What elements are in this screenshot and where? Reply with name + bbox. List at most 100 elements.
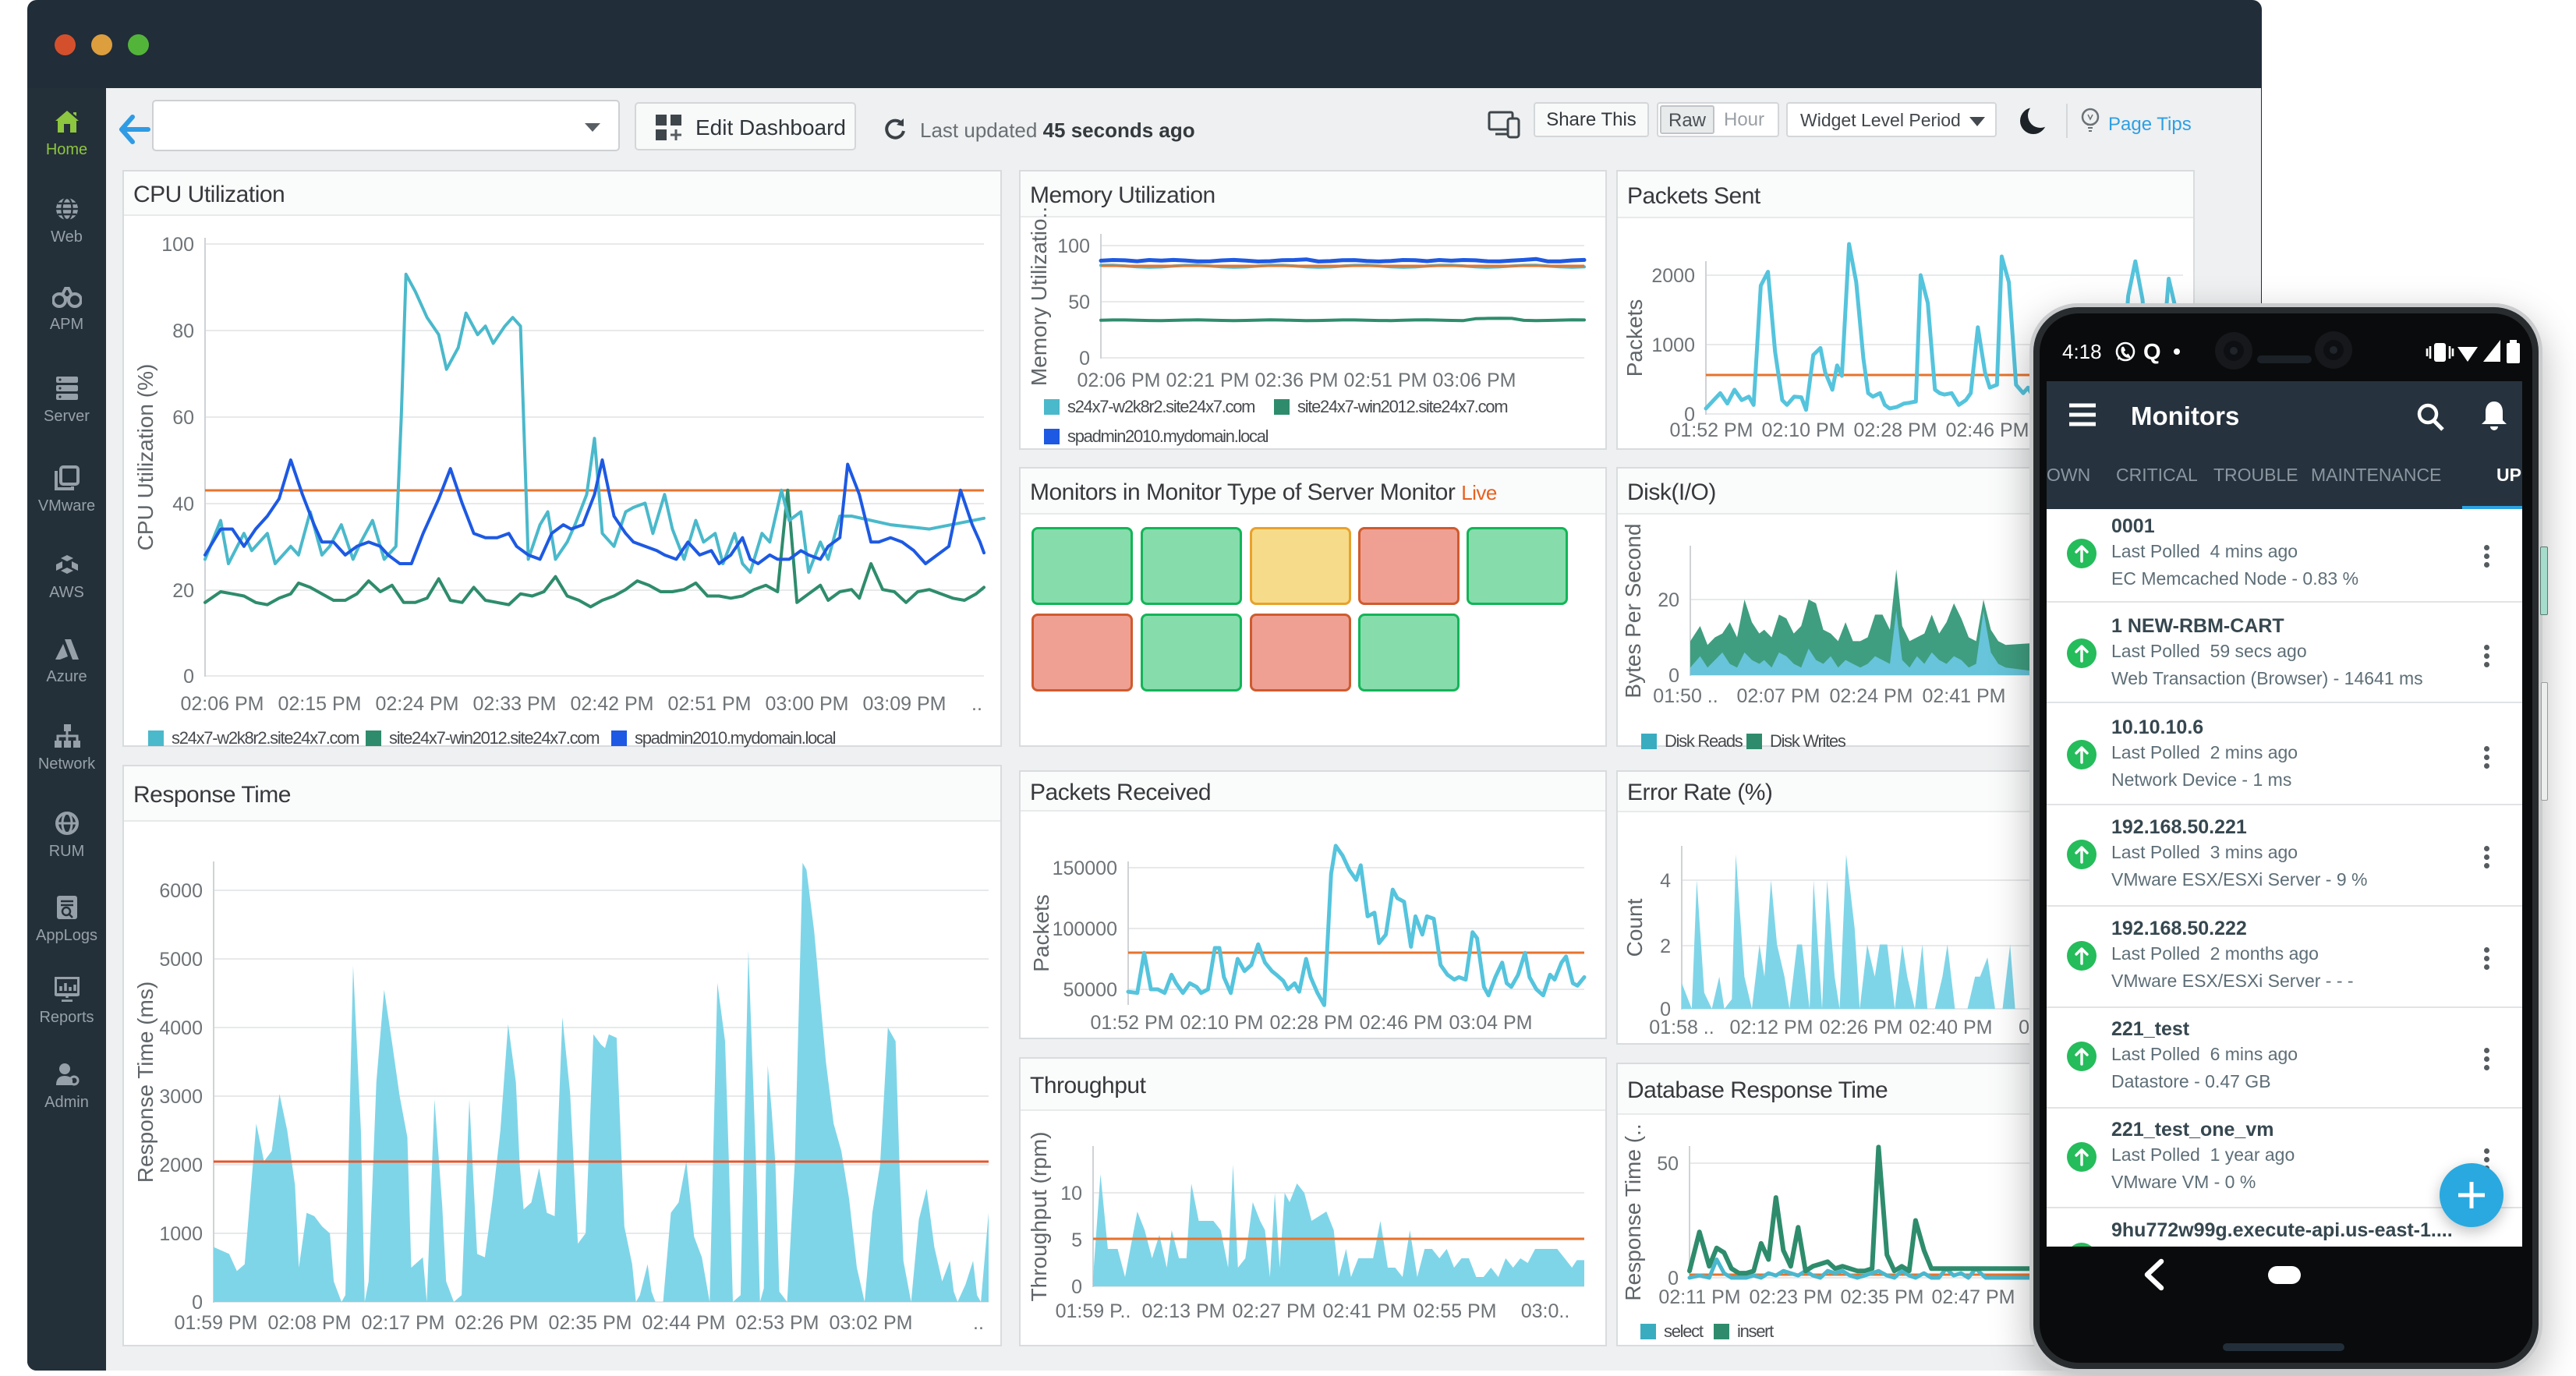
svg-text:02:24 PM: 02:24 PM: [1829, 685, 1913, 707]
svg-text:..: ..: [971, 693, 982, 715]
svg-text:Response Time (ms): Response Time (ms): [133, 982, 157, 1183]
svg-text:50000: 50000: [1063, 979, 1117, 1001]
svg-text:03:04 PM: 03:04 PM: [1449, 1012, 1532, 1034]
svg-text:Packets: Packets: [1622, 299, 1647, 377]
svg-text:4000: 4000: [159, 1017, 203, 1039]
svg-text:2000: 2000: [159, 1155, 203, 1176]
svg-text:02:28 PM: 02:28 PM: [1853, 419, 1937, 441]
svg-text:3000: 3000: [159, 1086, 203, 1108]
svg-text:100000: 100000: [1053, 918, 1117, 940]
svg-text:02:12 PM: 02:12 PM: [1729, 1017, 1813, 1038]
svg-text:6000: 6000: [159, 880, 203, 902]
svg-text:02:35 PM: 02:35 PM: [548, 1312, 632, 1334]
svg-text:Response Time (..: Response Time (..: [1621, 1123, 1645, 1300]
svg-text:03:0..: 03:0..: [1521, 1300, 1570, 1322]
svg-text:02:08 PM: 02:08 PM: [267, 1312, 351, 1334]
svg-text:02:06 PM: 02:06 PM: [1077, 370, 1160, 391]
svg-text:80: 80: [172, 320, 194, 342]
svg-text:02:46 PM: 02:46 PM: [1945, 419, 2029, 441]
svg-text:select: select: [1664, 1321, 1704, 1341]
svg-text:02:41 PM: 02:41 PM: [1922, 685, 2005, 707]
svg-text:s24x7-w2k8r2.site24x7.com: s24x7-w2k8r2.site24x7.com: [172, 728, 359, 748]
svg-text:03:06 PM: 03:06 PM: [1432, 370, 1516, 391]
svg-text:0: 0: [1079, 348, 1090, 370]
svg-text:02:23 PM: 02:23 PM: [1749, 1286, 1832, 1308]
svg-text:02:06 PM: 02:06 PM: [180, 693, 264, 715]
svg-text:02:53 PM: 02:53 PM: [735, 1312, 819, 1334]
svg-text:Throughput (rpm): Throughput (rpm): [1027, 1132, 1051, 1302]
svg-text:1000: 1000: [1651, 334, 1695, 356]
svg-text:5: 5: [1071, 1229, 1082, 1251]
svg-text:01:52 PM: 01:52 PM: [1090, 1012, 1173, 1034]
svg-text:Bytes Per Second: Bytes Per Second: [1621, 523, 1645, 698]
svg-text:Q: Q: [2143, 340, 2161, 365]
svg-text:02:42 PM: 02:42 PM: [570, 693, 653, 715]
svg-text:site24x7-win2012.site24x7.com: site24x7-win2012.site24x7.com: [1297, 397, 1507, 416]
svg-text:0: 0: [1071, 1276, 1082, 1298]
svg-text:0: 0: [192, 1292, 203, 1314]
svg-text:02:24 PM: 02:24 PM: [375, 693, 458, 715]
svg-text:02:21 PM: 02:21 PM: [1166, 370, 1249, 391]
svg-text:02:46 PM: 02:46 PM: [1359, 1012, 1442, 1034]
svg-text:02:47 PM: 02:47 PM: [1931, 1286, 2015, 1308]
svg-text:2000: 2000: [1651, 265, 1695, 287]
svg-text:02:13 PM: 02:13 PM: [1141, 1300, 1225, 1322]
svg-text:02:55 PM: 02:55 PM: [1413, 1300, 1496, 1322]
svg-text:03:00 PM: 03:00 PM: [765, 693, 848, 715]
svg-text:100: 100: [1057, 235, 1090, 257]
svg-text:insert: insert: [1737, 1321, 1774, 1341]
svg-text:02:27 PM: 02:27 PM: [1232, 1300, 1315, 1322]
svg-text:20: 20: [1658, 589, 1679, 611]
svg-text:Disk Reads: Disk Reads: [1665, 731, 1743, 751]
svg-text:02:10 PM: 02:10 PM: [1761, 419, 1845, 441]
svg-text:Count: Count: [1622, 898, 1647, 957]
svg-text:Disk Writes: Disk Writes: [1770, 731, 1846, 751]
svg-text:02:36 PM: 02:36 PM: [1254, 370, 1338, 391]
svg-text:02:07 PM: 02:07 PM: [1736, 685, 1820, 707]
svg-text:03:09 PM: 03:09 PM: [862, 693, 946, 715]
svg-text:50: 50: [1068, 292, 1090, 313]
svg-text:01:52 PM: 01:52 PM: [1669, 419, 1753, 441]
svg-text:02:44 PM: 02:44 PM: [642, 1312, 725, 1334]
svg-text:60: 60: [172, 407, 194, 429]
svg-text:0: 0: [1668, 665, 1679, 687]
svg-text:02:28 PM: 02:28 PM: [1269, 1012, 1353, 1034]
svg-text:1000: 1000: [159, 1223, 203, 1245]
svg-text:02:26 PM: 02:26 PM: [1819, 1017, 1902, 1038]
svg-text:150000: 150000: [1053, 858, 1117, 879]
svg-text:spadmin2010.mydomain.local: spadmin2010.mydomain.local: [635, 728, 836, 748]
svg-text:02:40 PM: 02:40 PM: [1909, 1017, 1992, 1038]
svg-text:02:26 PM: 02:26 PM: [455, 1312, 538, 1334]
svg-text:..: ..: [973, 1312, 984, 1334]
svg-text:02:17 PM: 02:17 PM: [361, 1312, 444, 1334]
svg-text:0: 0: [183, 666, 194, 688]
svg-text:20: 20: [172, 580, 194, 602]
svg-text:5000: 5000: [159, 949, 203, 971]
svg-text:2: 2: [1660, 936, 1671, 957]
svg-text:s24x7-w2k8r2.site24x7.com: s24x7-w2k8r2.site24x7.com: [1067, 397, 1254, 416]
svg-text:02:10 PM: 02:10 PM: [1180, 1012, 1263, 1034]
svg-text:03:02 PM: 03:02 PM: [829, 1312, 912, 1334]
svg-text:02:35 PM: 02:35 PM: [1840, 1286, 1923, 1308]
svg-text:01:59 PM: 01:59 PM: [174, 1312, 257, 1334]
svg-text:01:58 ..: 01:58 ..: [1649, 1017, 1714, 1038]
svg-text:01:50 ..: 01:50 ..: [1653, 685, 1718, 707]
svg-text:02:51 PM: 02:51 PM: [667, 693, 751, 715]
svg-text:40: 40: [172, 493, 194, 515]
svg-text:4: 4: [1660, 870, 1671, 892]
svg-text:02:51 PM: 02:51 PM: [1343, 370, 1427, 391]
svg-text:02:11 PM: 02:11 PM: [1658, 1286, 1740, 1308]
svg-text:100: 100: [161, 234, 194, 256]
svg-text:CPU Utilization (%): CPU Utilization (%): [133, 364, 157, 551]
svg-text:Memory Utilizatio..: Memory Utilizatio..: [1027, 207, 1051, 386]
svg-text:01:59 P..: 01:59 P..: [1056, 1300, 1131, 1322]
svg-text:02:15 PM: 02:15 PM: [278, 693, 361, 715]
svg-text:02:41 PM: 02:41 PM: [1322, 1300, 1406, 1322]
svg-text:site24x7-win2012.site24x7.com: site24x7-win2012.site24x7.com: [389, 728, 599, 748]
svg-text:4:18: 4:18: [2062, 340, 2102, 363]
svg-text:10: 10: [1060, 1183, 1082, 1204]
svg-text:50: 50: [1657, 1153, 1679, 1175]
svg-text:spadmin2010.mydomain.local: spadmin2010.mydomain.local: [1067, 426, 1269, 446]
svg-text:Packets: Packets: [1029, 894, 1053, 972]
svg-text:02:33 PM: 02:33 PM: [472, 693, 556, 715]
